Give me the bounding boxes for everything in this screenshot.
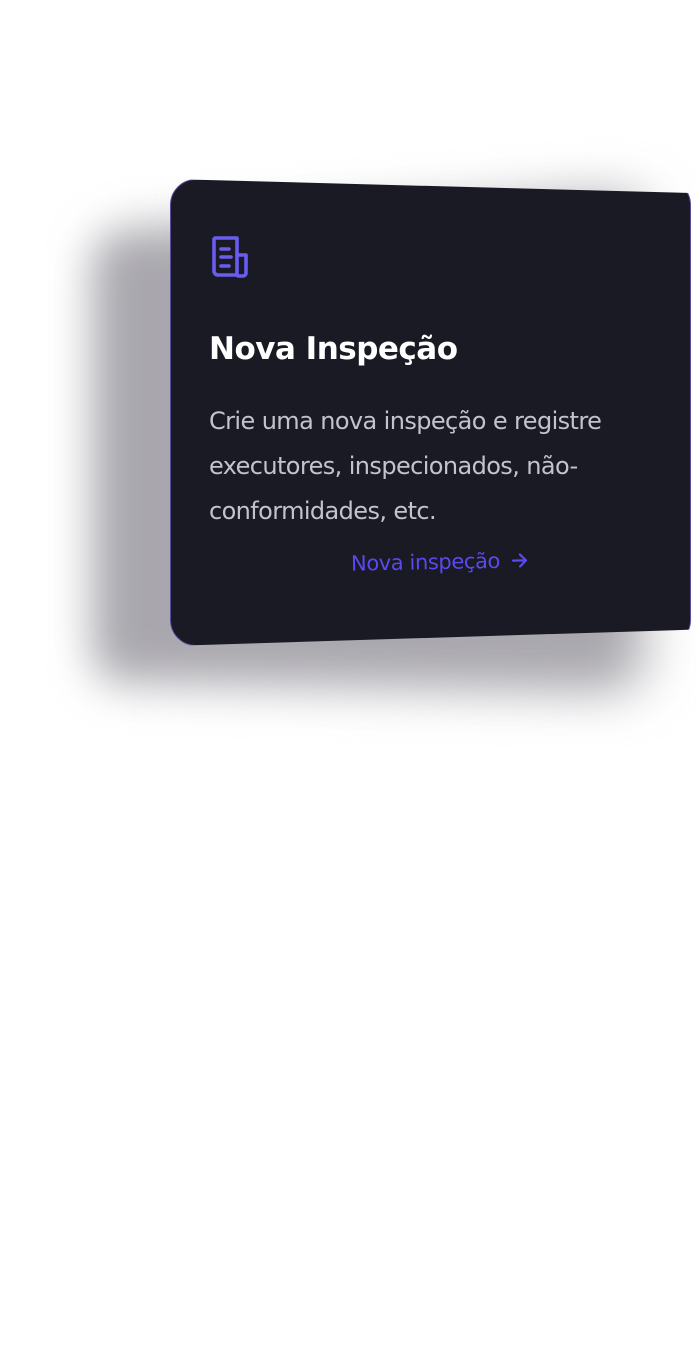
document-icon — [209, 235, 649, 281]
arrow-right-icon — [510, 550, 530, 570]
card-title: Nova Inspeção — [209, 329, 649, 369]
card-content: Nova Inspeção Crie uma nova inspeção e r… — [209, 235, 649, 534]
new-inspection-link[interactable]: Nova inspeção — [351, 548, 530, 575]
card-description: Crie uma nova inspeção e registre execut… — [209, 399, 629, 534]
new-inspection-card: Nova Inspeção Crie uma nova inspeção e r… — [170, 179, 691, 646]
new-inspection-link-label: Nova inspeção — [351, 549, 500, 576]
